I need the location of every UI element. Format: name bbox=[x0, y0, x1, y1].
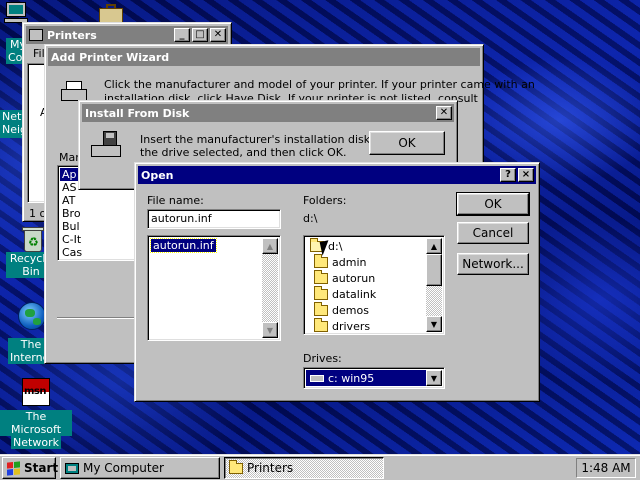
disk-drive-icon bbox=[91, 131, 123, 159]
desktop-icon-msn[interactable]: msn The Microsoft Network bbox=[0, 378, 72, 449]
folder-list-scrollbar[interactable]: ▲ ▼ bbox=[426, 238, 442, 332]
hard-drive-icon bbox=[310, 374, 324, 382]
printer-icon bbox=[29, 29, 43, 41]
maximize-button[interactable]: □ bbox=[192, 28, 208, 42]
msn-logo-icon: msn bbox=[22, 378, 50, 406]
minimize-button[interactable]: _ bbox=[174, 28, 190, 42]
computer-icon bbox=[2, 2, 30, 24]
drive-selected: c: win95 bbox=[306, 370, 426, 386]
windows-logo-icon bbox=[7, 460, 20, 476]
taskbar: Start My Computer Printers 1:48 AM bbox=[0, 454, 640, 480]
scroll-up-arrow-icon[interactable]: ▲ bbox=[426, 238, 442, 254]
window-title: Open bbox=[141, 168, 174, 182]
start-button[interactable]: Start bbox=[2, 457, 58, 479]
install-instructions-line1: Insert the manufacturer's installation d… bbox=[140, 133, 395, 146]
wizard-title-bar[interactable]: Add Printer Wizard bbox=[48, 48, 480, 66]
computer-icon bbox=[65, 462, 79, 474]
desktop-icon-briefcase[interactable] bbox=[94, 2, 128, 24]
recycle-bin-icon: ♻ bbox=[22, 226, 44, 252]
file-name-input[interactable]: autorun.inf bbox=[147, 209, 281, 229]
close-button[interactable]: ✕ bbox=[210, 28, 226, 42]
taskbar-button-my-computer[interactable]: My Computer bbox=[60, 457, 220, 479]
folder-item[interactable]: autorun bbox=[314, 269, 375, 286]
install-instructions-line2: the drive selected, and then click OK. bbox=[140, 146, 347, 159]
folder-icon bbox=[314, 301, 328, 316]
manufacturer-item[interactable]: AT bbox=[60, 194, 75, 207]
open-ok-button[interactable]: OK bbox=[456, 192, 530, 216]
system-tray: 1:48 AM bbox=[576, 458, 636, 478]
scroll-down-arrow-icon[interactable]: ▼ bbox=[426, 316, 442, 332]
close-button[interactable]: × bbox=[518, 168, 534, 182]
clock[interactable]: 1:48 AM bbox=[581, 461, 630, 475]
drives-dropdown[interactable]: c: win95 ▼ bbox=[303, 367, 445, 389]
help-button[interactable]: ? bbox=[500, 168, 516, 182]
scroll-up-arrow-icon[interactable]: ▲ bbox=[262, 238, 278, 254]
manufacturer-item[interactable]: Bul bbox=[60, 220, 80, 233]
folder-item[interactable]: admin bbox=[314, 253, 366, 270]
wizard-instructions-line1: Click the manufacturer and model of your… bbox=[104, 78, 535, 91]
folder-icon bbox=[314, 269, 328, 284]
folder-icon bbox=[314, 317, 328, 332]
network-button[interactable]: Network... bbox=[457, 253, 529, 275]
folder-item[interactable]: datalink bbox=[314, 285, 376, 302]
manufacturer-item[interactable]: Cas bbox=[60, 246, 82, 259]
manufacturer-item[interactable]: AS bbox=[60, 181, 77, 194]
open-dialog[interactable]: Open ? × File name: autorun.inf autorun.… bbox=[134, 162, 540, 402]
dropdown-arrow-icon[interactable]: ▼ bbox=[426, 370, 442, 386]
scroll-down-arrow-icon[interactable]: ▼ bbox=[262, 322, 278, 338]
window-title: Add Printer Wizard bbox=[51, 50, 170, 64]
desktop-icon-label: Network bbox=[11, 436, 61, 449]
open-cancel-button[interactable]: Cancel bbox=[457, 222, 529, 244]
manufacturer-item[interactable]: Bro bbox=[60, 207, 81, 220]
file-list[interactable]: autorun.inf ▲ ▼ bbox=[147, 235, 281, 341]
globe-icon bbox=[18, 302, 46, 330]
window-title: Printers bbox=[47, 28, 97, 42]
printers-folder-icon bbox=[229, 459, 243, 474]
open-title-bar[interactable]: Open ? × bbox=[138, 166, 536, 184]
manufacturer-item[interactable]: C-It bbox=[60, 233, 81, 246]
scroll-thumb[interactable] bbox=[426, 254, 442, 286]
file-name-value: autorun.inf bbox=[151, 212, 212, 225]
window-title: Install From Disk bbox=[85, 106, 190, 120]
folder-item[interactable]: drivers bbox=[314, 317, 370, 334]
file-name-label: File name: bbox=[147, 194, 204, 207]
drives-label: Drives: bbox=[303, 352, 342, 365]
file-list-scrollbar[interactable]: ▲ ▼ bbox=[262, 238, 278, 338]
taskbar-button-printers[interactable]: Printers bbox=[224, 457, 384, 479]
file-item[interactable]: autorun.inf bbox=[150, 238, 217, 253]
folder-item[interactable]: demos bbox=[314, 301, 369, 318]
desktop: My Computer Network Neighborhood ♻ Recyc… bbox=[0, 0, 640, 456]
close-button[interactable]: ✕ bbox=[436, 106, 452, 120]
printers-title-bar[interactable]: Printers _ □ ✕ bbox=[26, 26, 228, 44]
desktop-icon-label: The Microsoft bbox=[0, 410, 72, 436]
folder-icon bbox=[314, 285, 328, 300]
install-title-bar[interactable]: Install From Disk ✕ bbox=[82, 104, 454, 122]
folder-icon bbox=[314, 253, 328, 268]
network-icon bbox=[4, 90, 22, 110]
folders-label: Folders: bbox=[303, 194, 347, 207]
install-ok-button[interactable]: OK bbox=[369, 131, 445, 155]
current-path: d:\ bbox=[303, 212, 318, 225]
briefcase-icon bbox=[97, 2, 125, 24]
